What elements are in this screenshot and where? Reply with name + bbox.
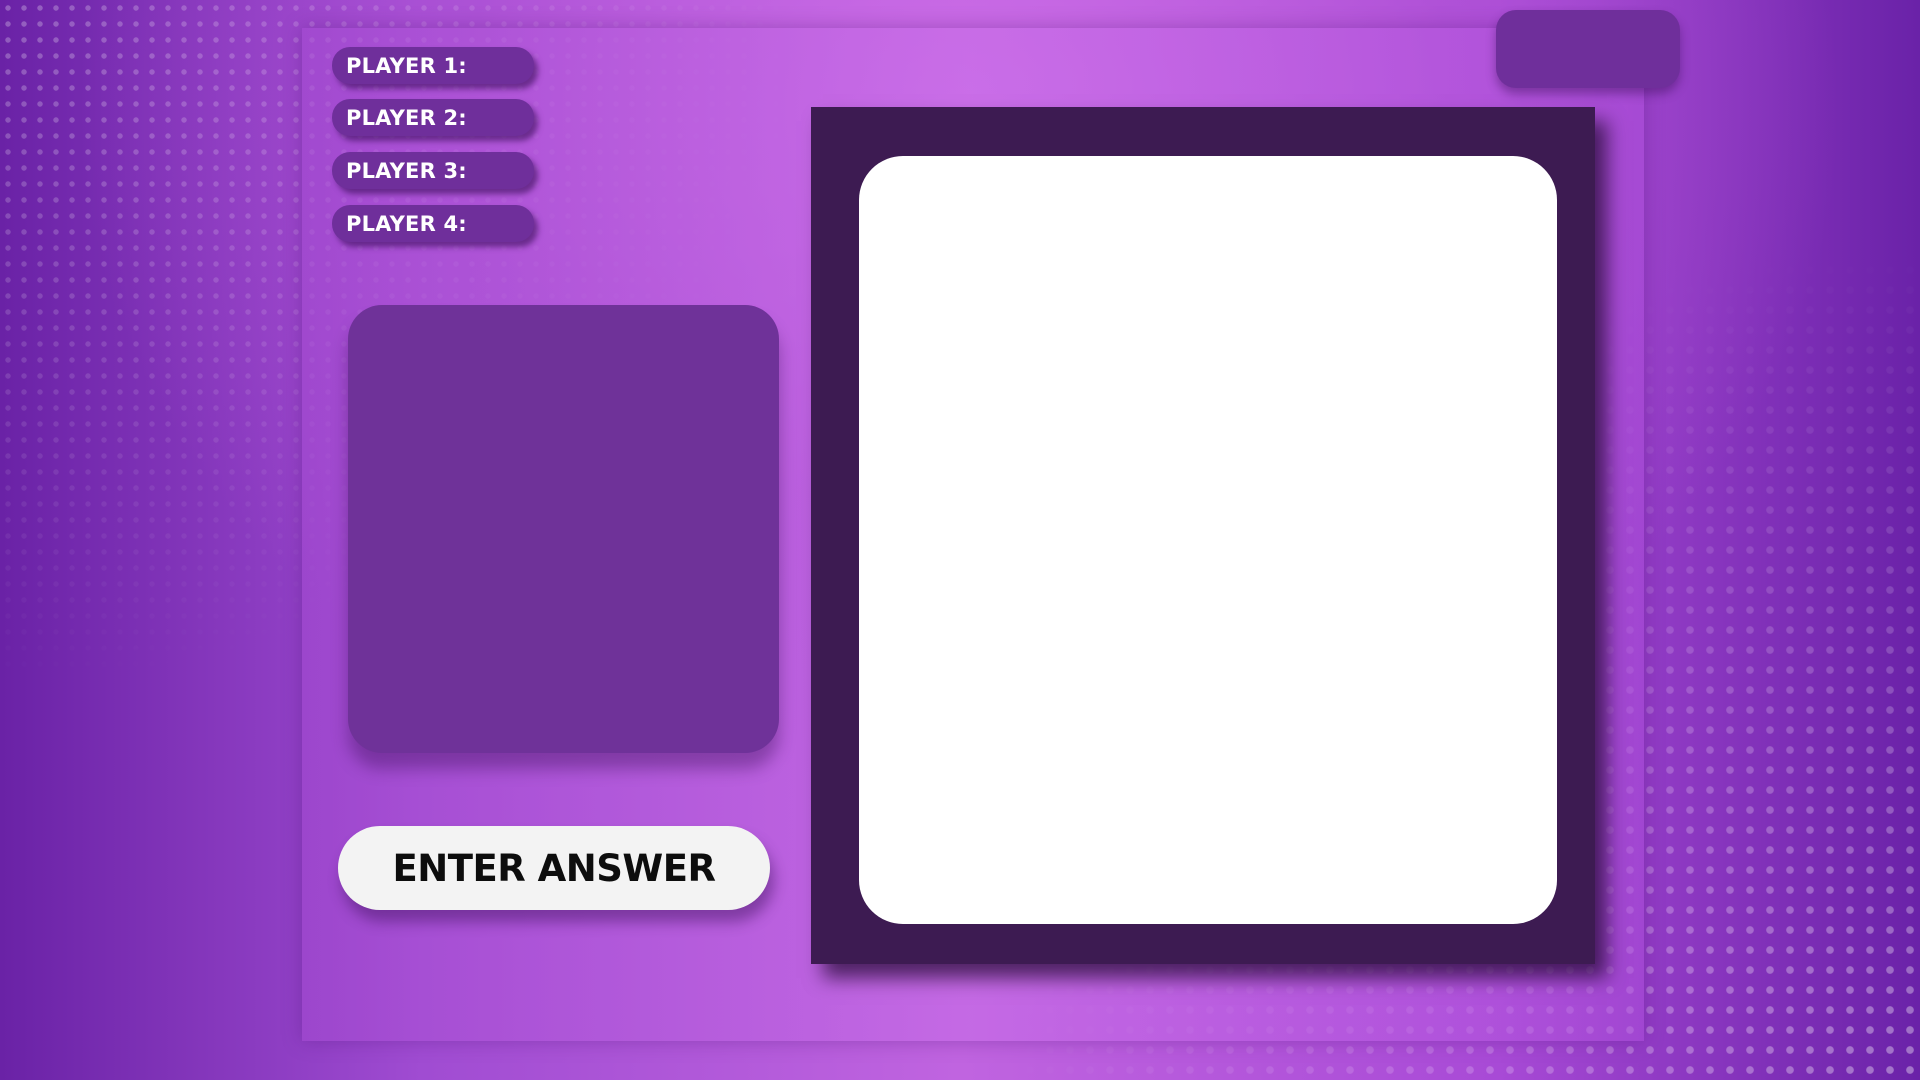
question-image-panel — [348, 305, 779, 753]
top-right-panel — [1496, 10, 1680, 88]
player-3-score-pill: PLAYER 3: — [332, 152, 534, 189]
player-4-label: PLAYER 4: — [346, 211, 467, 236]
player-3-label: PLAYER 3: — [346, 158, 467, 183]
player-1-label: PLAYER 1: — [346, 53, 467, 78]
player-4-score-pill: PLAYER 4: — [332, 205, 534, 242]
game-board-frame — [811, 107, 1595, 964]
game-board-screen[interactable] — [859, 156, 1557, 924]
enter-answer-label: ENTER ANSWER — [392, 846, 716, 890]
player-1-score-pill: PLAYER 1: — [332, 47, 534, 84]
player-2-score-pill: PLAYER 2: — [332, 99, 534, 136]
player-2-label: PLAYER 2: — [346, 105, 467, 130]
enter-answer-button[interactable]: ENTER ANSWER — [338, 826, 770, 910]
